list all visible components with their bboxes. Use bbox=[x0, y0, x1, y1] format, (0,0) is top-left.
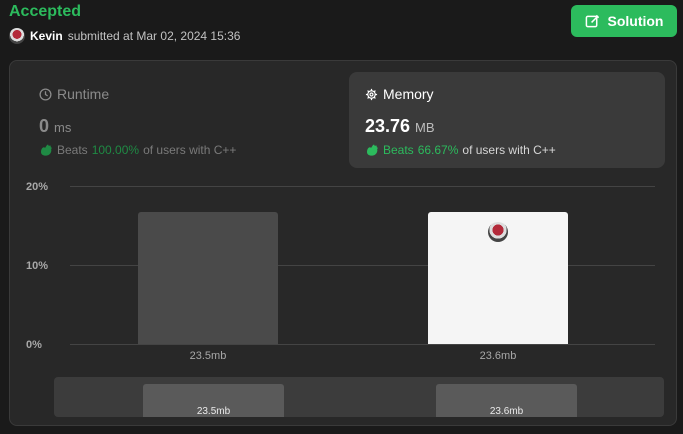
memory-beats: Beats 66.67% of users with C++ bbox=[365, 143, 649, 157]
memory-title-text: Memory bbox=[383, 86, 434, 102]
solution-button[interactable]: Solution bbox=[571, 5, 677, 37]
submitted-time: submitted at Mar 02, 2024 15:36 bbox=[67, 29, 241, 43]
chart-bar[interactable] bbox=[428, 212, 568, 344]
runtime-metric: 0 ms bbox=[39, 116, 321, 137]
mini-bar: 23.6mb bbox=[436, 384, 577, 417]
y-tick-label: 20% bbox=[26, 181, 49, 193]
edit-icon bbox=[585, 14, 599, 27]
chip-icon bbox=[365, 88, 378, 100]
avatar[interactable] bbox=[9, 28, 25, 44]
clock-icon bbox=[39, 87, 52, 101]
memory-unit: MB bbox=[415, 120, 435, 135]
gridline bbox=[70, 344, 655, 345]
runtime-title: Runtime bbox=[39, 86, 321, 102]
clap-icon bbox=[367, 144, 378, 156]
runtime-beats: Beats 100.00% of users with C++ bbox=[39, 143, 321, 157]
memory-distribution-chart: 20% 10% 0% 23.5mb 23.6mb bbox=[10, 171, 678, 371]
performance-panel: Runtime 0 ms Beats 100.00% of users with… bbox=[9, 60, 677, 426]
submission-info: Kevin submitted at Mar 02, 2024 15:36 bbox=[9, 28, 240, 44]
memory-title: Memory bbox=[365, 86, 649, 102]
y-tick-label: 0% bbox=[26, 339, 42, 351]
x-tick-label: 23.5mb bbox=[189, 350, 227, 362]
y-tick-label: 10% bbox=[26, 260, 49, 272]
chart-range-navigator[interactable]: 23.5mb 23.6mb bbox=[54, 377, 664, 417]
mini-bar-label: 23.5mb bbox=[196, 406, 231, 417]
solution-button-label: Solution bbox=[607, 13, 664, 29]
runtime-value: 0 bbox=[39, 116, 50, 136]
runtime-beats-pct: 100.00% bbox=[91, 143, 140, 157]
runtime-title-text: Runtime bbox=[57, 86, 110, 102]
runtime-beats-suffix: of users with C++ bbox=[143, 143, 237, 157]
chart-bar[interactable] bbox=[138, 212, 278, 344]
runtime-unit: ms bbox=[54, 120, 72, 135]
memory-card[interactable]: Memory 23.76 MB Beats 66.67% of users wi… bbox=[349, 72, 665, 168]
runtime-beats-label: Beats bbox=[57, 143, 88, 157]
gridline bbox=[70, 186, 655, 187]
memory-value: 23.76 bbox=[365, 116, 411, 136]
memory-metric: 23.76 MB bbox=[365, 116, 649, 137]
memory-beats-pct: 66.67% bbox=[417, 143, 459, 157]
mini-bar-label: 23.6mb bbox=[489, 406, 524, 417]
submission-header: Accepted Kevin submitted at Mar 02, 2024… bbox=[0, 0, 683, 58]
status-label: Accepted bbox=[9, 3, 82, 20]
memory-beats-suffix: of users with C++ bbox=[462, 143, 556, 157]
username-link[interactable]: Kevin bbox=[30, 29, 63, 43]
mini-bar: 23.5mb bbox=[143, 384, 284, 417]
clap-icon bbox=[41, 144, 52, 156]
memory-beats-label: Beats bbox=[383, 143, 414, 157]
runtime-card[interactable]: Runtime 0 ms Beats 100.00% of users with… bbox=[23, 72, 337, 168]
x-tick-label: 23.6mb bbox=[479, 350, 517, 362]
avatar bbox=[488, 222, 508, 242]
